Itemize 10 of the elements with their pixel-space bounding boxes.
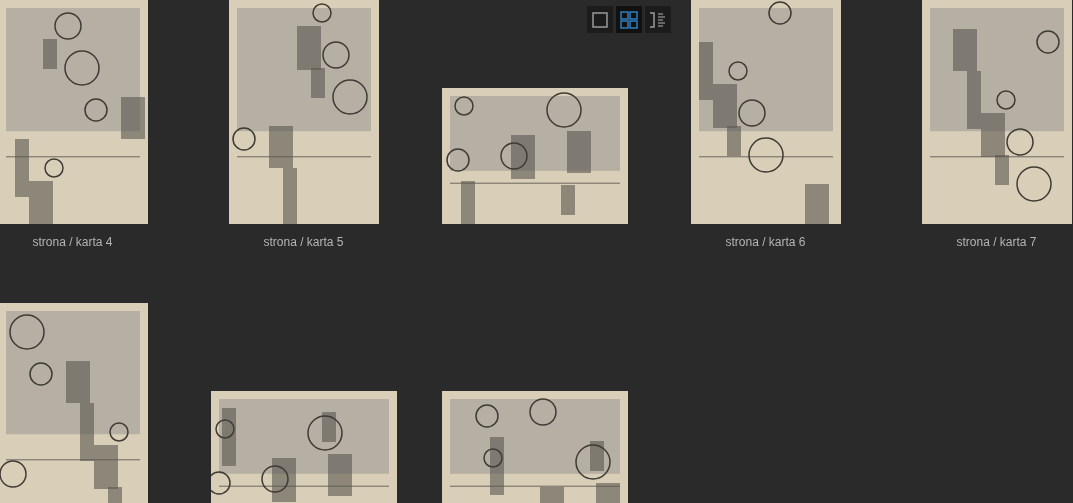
- page-label: strona / karta 4: [32, 234, 113, 251]
- grid-icon: [620, 10, 638, 29]
- page-label: strona / karta 7: [956, 234, 1037, 251]
- page-label: strona / karta 6: [725, 234, 806, 251]
- single-page-icon: [592, 11, 608, 28]
- list-icon: [649, 11, 667, 28]
- view-button[interactable]: [645, 6, 671, 33]
- page-label: strona / karta 5: [263, 234, 344, 251]
- view-button[interactable]: [616, 6, 642, 33]
- view-button[interactable]: [587, 6, 613, 33]
